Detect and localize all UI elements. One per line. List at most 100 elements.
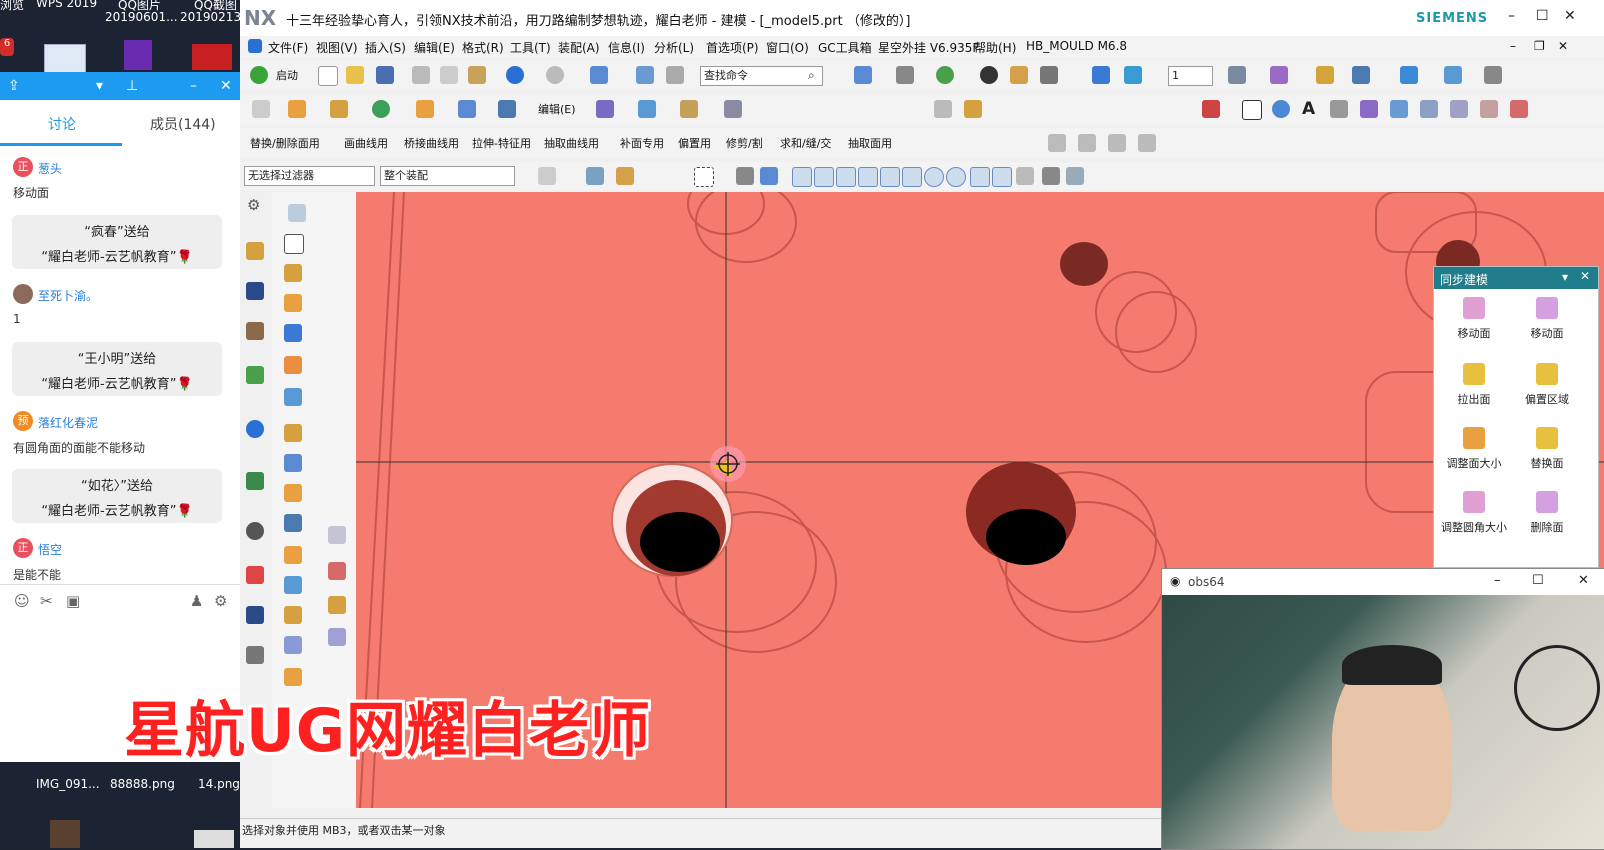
sender-name[interactable]: 落红化春泥 <box>38 414 98 431</box>
window-icon[interactable] <box>666 66 684 84</box>
extrude-icon[interactable] <box>288 100 306 118</box>
work-layer-select[interactable]: 1 <box>1168 66 1213 86</box>
boolean-icon[interactable] <box>372 100 390 118</box>
make-coplanar-tool-icon[interactable] <box>284 606 302 624</box>
palette-resize-face[interactable]: 调整面大小 <box>1439 427 1509 471</box>
toolbar-draw-curve[interactable]: 画曲线用 <box>344 135 388 151</box>
toolbar-extract-curve[interactable]: 抽取曲线用 <box>544 135 599 151</box>
save-icon[interactable] <box>376 66 394 84</box>
pyramid-icon[interactable] <box>964 100 982 118</box>
shell-icon[interactable] <box>458 100 476 118</box>
snap-midpoint-icon[interactable] <box>814 167 834 187</box>
grid-icon[interactable] <box>1444 66 1462 84</box>
bridge-curve-icon[interactable] <box>1420 100 1438 118</box>
desktop-file-88888[interactable]: 88888.png <box>110 777 175 791</box>
menu-analysis[interactable]: 分析(L) <box>654 39 694 56</box>
mesh-icon[interactable] <box>680 100 698 118</box>
desktop-image-icon-2[interactable] <box>192 44 232 70</box>
command-search-input[interactable]: 查找命令 <box>700 66 823 86</box>
menu-preferences[interactable]: 首选项(P) <box>706 39 759 56</box>
new-file-icon[interactable] <box>318 66 338 86</box>
menu-gc-toolbox[interactable]: GC工具箱 <box>818 39 872 56</box>
curve-tool-icon-3[interactable] <box>1108 134 1126 152</box>
menu-view[interactable]: 视图(V) <box>316 39 358 56</box>
snap-point-icon[interactable] <box>880 167 900 187</box>
cut-icon[interactable] <box>412 66 430 84</box>
arc-icon[interactable] <box>1272 100 1290 118</box>
plane-icon[interactable] <box>284 234 304 254</box>
part-navigator-icon[interactable] <box>246 322 264 340</box>
snap-control-icon[interactable] <box>836 167 856 187</box>
toolbar-bridge-curve[interactable]: 桥接曲线用 <box>404 135 459 151</box>
emoji-icon[interactable]: ☺ <box>14 592 30 610</box>
open-folder-icon[interactable] <box>346 66 364 84</box>
pull-face-tool-icon[interactable] <box>284 294 302 312</box>
sketch-icon[interactable] <box>252 100 270 118</box>
copy-face-tool-icon[interactable] <box>284 454 302 472</box>
snap-face-icon[interactable] <box>1016 167 1034 185</box>
assembly-nav-icon[interactable] <box>1270 66 1288 84</box>
paste-face-tool-icon[interactable] <box>284 576 302 594</box>
menu-insert[interactable]: 插入(S) <box>365 39 406 56</box>
palette-move-face[interactable]: 移动面 <box>1439 297 1509 341</box>
desktop-app-icon[interactable] <box>50 820 80 848</box>
edit-dropdown[interactable]: 编辑(E) <box>538 101 576 117</box>
body-select-icon[interactable] <box>760 167 778 185</box>
toolbar-replace-delete[interactable]: 替换/删除面用 <box>250 135 320 151</box>
view-section-icon[interactable] <box>1124 66 1142 84</box>
curve-tool-icon-2[interactable] <box>1078 134 1096 152</box>
snap-tangent-icon[interactable] <box>902 167 922 187</box>
toolbar-extract-face[interactable]: 抽取面用 <box>848 135 892 151</box>
trim-curve-icon[interactable] <box>1390 100 1408 118</box>
quick-pick-icon[interactable] <box>1042 167 1060 185</box>
close-button[interactable]: ✕ <box>1578 573 1589 588</box>
search-icon[interactable]: ⌕ <box>808 68 815 83</box>
mirror-face-tool-icon[interactable] <box>284 484 302 502</box>
close-icon[interactable]: ✕ <box>220 78 232 94</box>
datum-icon[interactable] <box>330 100 348 118</box>
toolbar-trim-split[interactable]: 修剪/割 <box>726 135 763 151</box>
type-filter-select[interactable]: 无选择过滤器 <box>244 166 375 186</box>
join-curve-icon[interactable] <box>1450 100 1468 118</box>
orient-view-icon[interactable] <box>1092 66 1110 84</box>
menu-assembly[interactable]: 装配(A) <box>558 39 600 56</box>
rectangle-select-icon[interactable] <box>694 167 714 187</box>
info-icon[interactable] <box>246 420 264 438</box>
maximize-button[interactable]: ☐ <box>1536 8 1549 24</box>
curve-tool-icon[interactable] <box>1048 134 1066 152</box>
project-curve-icon[interactable] <box>1360 100 1378 118</box>
menu-restore[interactable]: ❐ <box>1534 39 1545 53</box>
share-icon[interactable]: ⇪ <box>8 78 20 94</box>
sender-name[interactable]: 至死卜渝。 <box>38 287 98 304</box>
paste-icon[interactable] <box>468 66 486 84</box>
avatar[interactable] <box>13 284 33 304</box>
selection-scope-select[interactable]: 整个装配 <box>380 166 515 186</box>
toolbar-unite-sew[interactable]: 求和/缝/交 <box>780 135 831 151</box>
start-icon[interactable] <box>250 66 268 84</box>
reuse-library-icon[interactable] <box>246 366 264 384</box>
offset-region-tool-icon[interactable] <box>284 324 302 342</box>
palette-move-face-2[interactable]: 移动面 <box>1512 297 1582 341</box>
chevron-down-icon[interactable]: ▾ <box>1562 270 1568 284</box>
undo-icon[interactable] <box>506 66 524 84</box>
menu-edit[interactable]: 编辑(E) <box>414 39 455 56</box>
palette-resize-blend[interactable]: 调整圆角大小 <box>1439 491 1509 535</box>
desktop-app-icon-2[interactable] <box>194 830 234 848</box>
palette-icon[interactable] <box>246 566 264 584</box>
menu-tools[interactable]: 工具(T) <box>510 39 551 56</box>
desktop-label-wps[interactable]: WPS 2019 <box>36 0 97 10</box>
maximize-button[interactable]: ☐ <box>1532 573 1544 588</box>
touch-mode-icon[interactable] <box>636 66 654 84</box>
measure-icon[interactable] <box>1400 66 1418 84</box>
ruler-icon[interactable] <box>1484 66 1502 84</box>
minimize-button[interactable]: – <box>1494 573 1501 588</box>
render-style-icon[interactable] <box>896 66 914 84</box>
select-tool-icon[interactable] <box>586 167 604 185</box>
snap-quadrant-icon[interactable] <box>946 167 966 187</box>
snap-icon[interactable] <box>1352 66 1370 84</box>
menu-minimize[interactable]: – <box>1510 39 1516 53</box>
snap-endpoint-icon[interactable] <box>792 167 812 187</box>
desktop-label-browser[interactable]: 浏览 <box>0 0 24 13</box>
toolbar-patch[interactable]: 补面专用 <box>620 135 664 151</box>
layer-icon[interactable] <box>1010 66 1028 84</box>
